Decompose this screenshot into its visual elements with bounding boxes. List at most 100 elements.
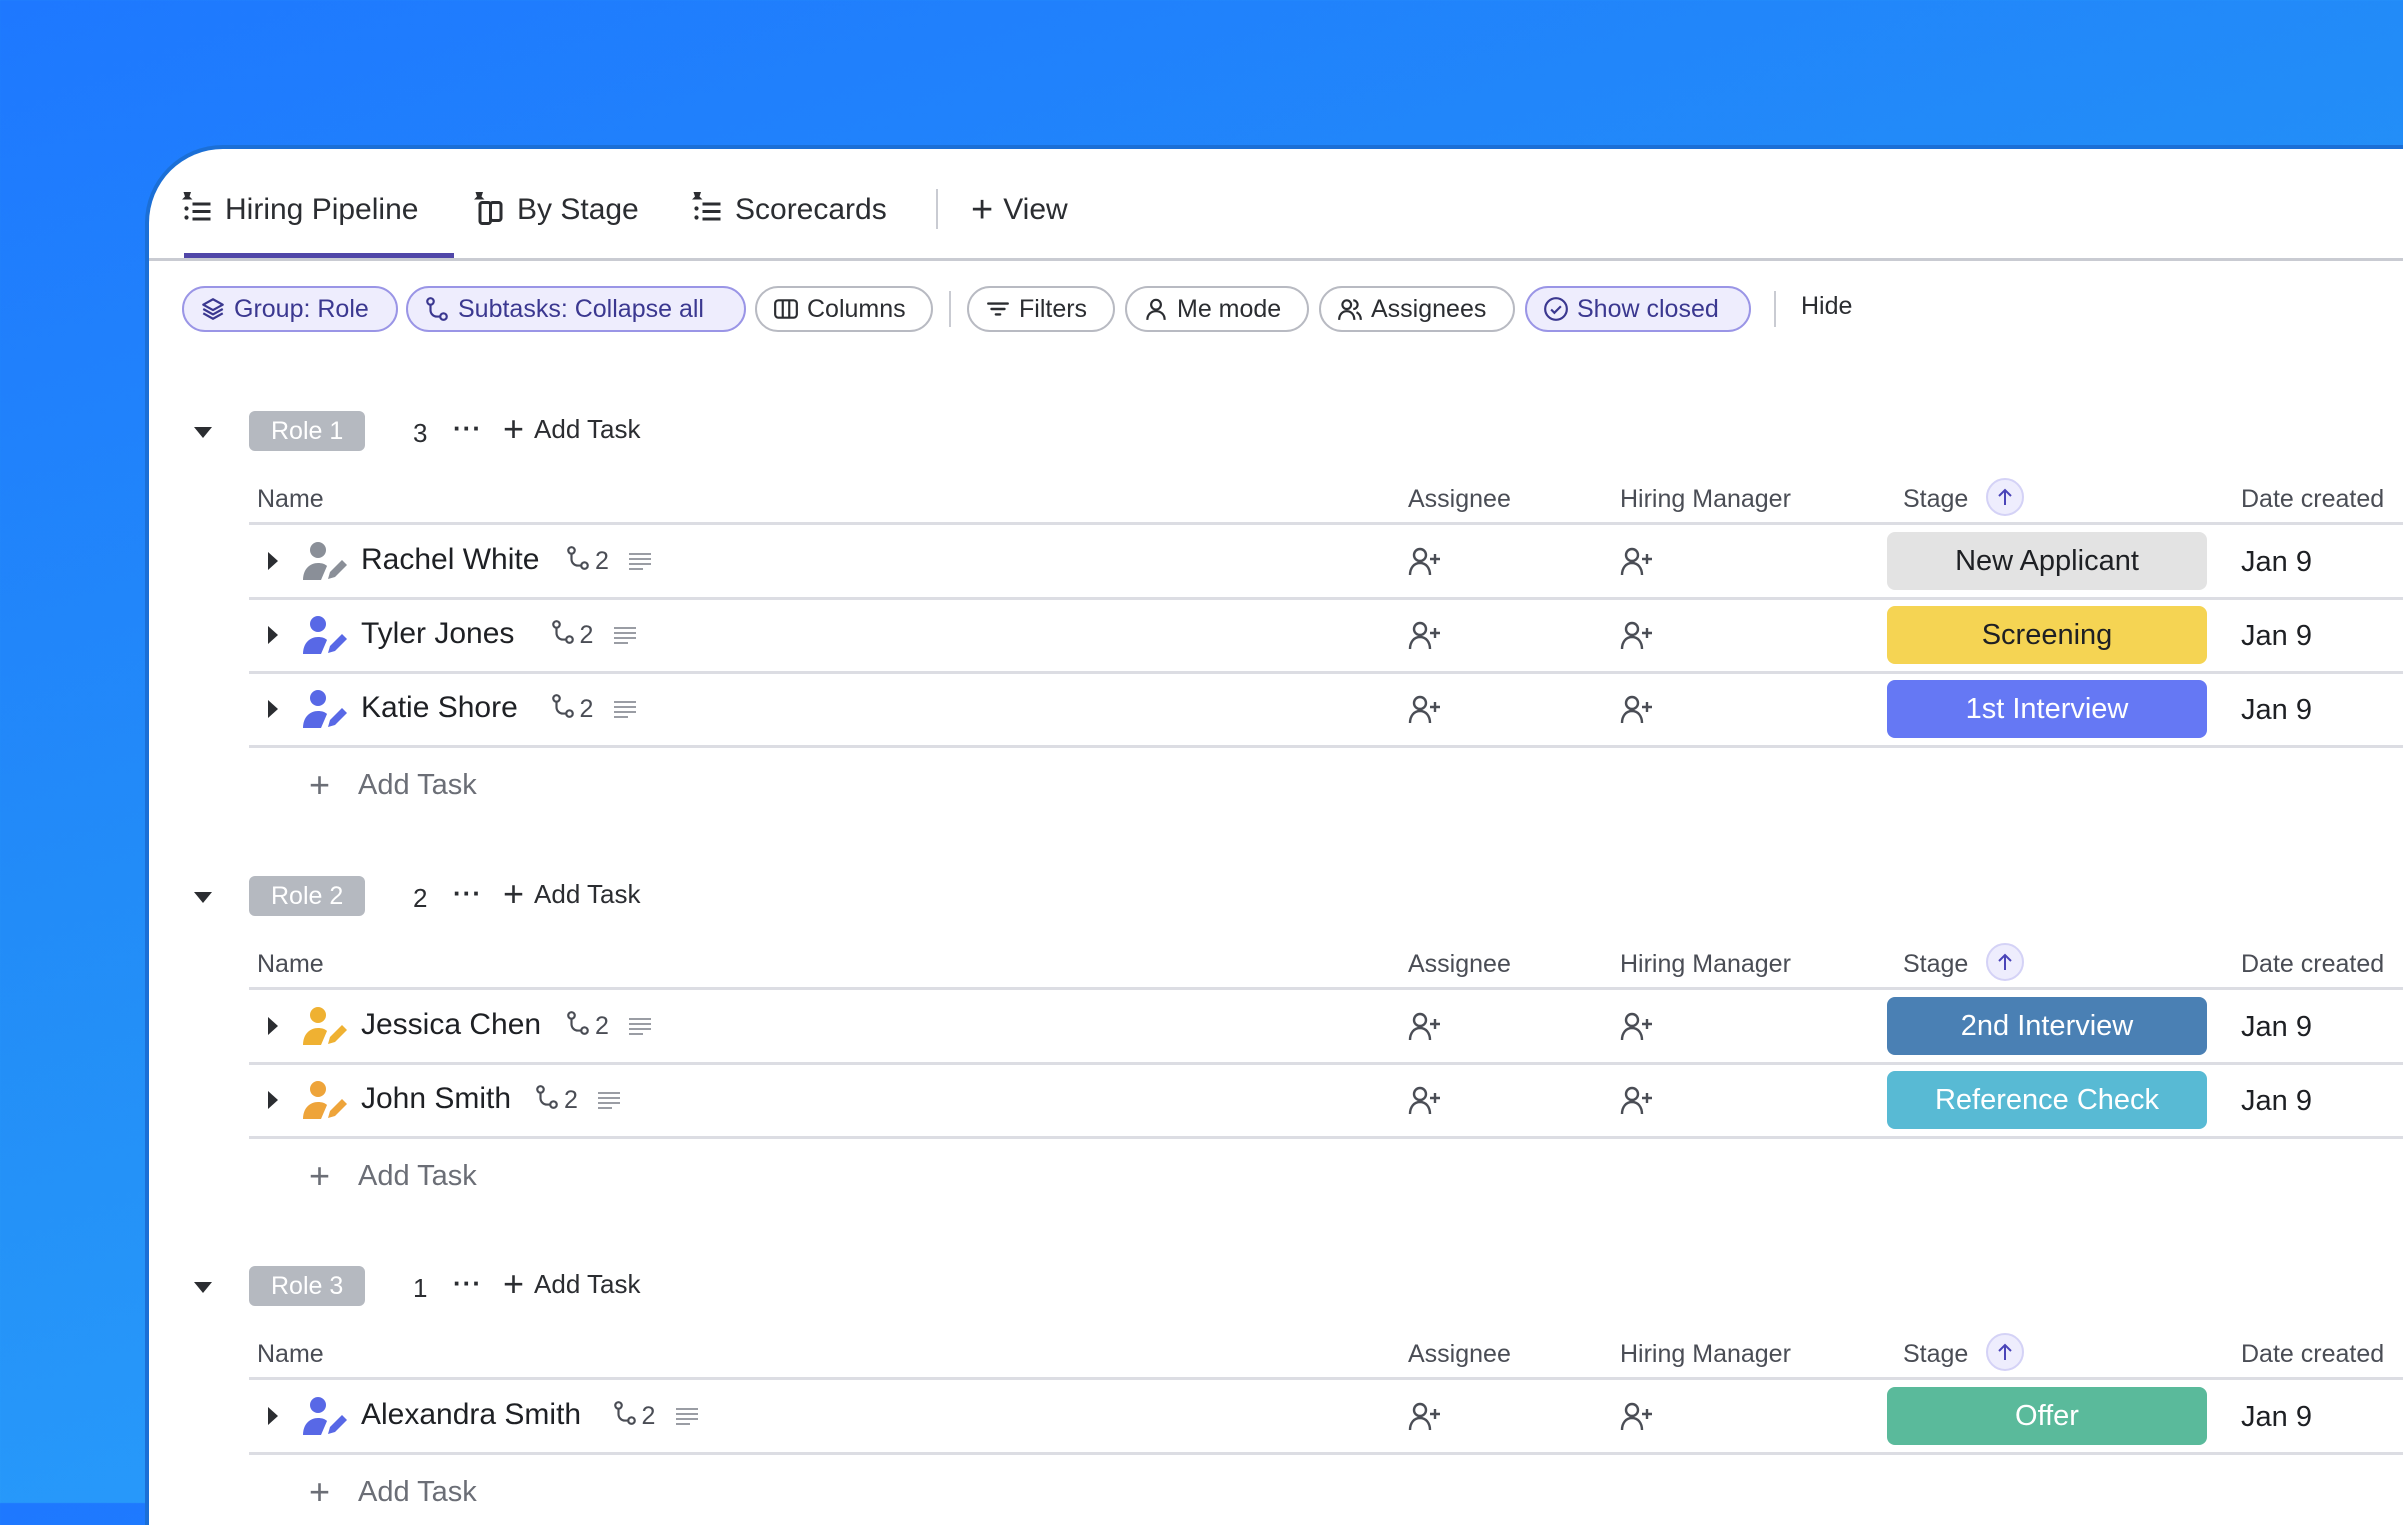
group-by-button[interactable]: Group: Role bbox=[182, 286, 398, 332]
column-header-name[interactable]: Name bbox=[257, 485, 324, 514]
add-hiring-manager-icon[interactable] bbox=[1620, 1011, 1654, 1041]
stage-badge[interactable]: 2nd Interview bbox=[1887, 997, 2207, 1055]
subtask-icon bbox=[550, 693, 576, 726]
expand-subtasks-caret-icon[interactable] bbox=[268, 1017, 278, 1035]
column-header-date-created[interactable]: Date created bbox=[2241, 485, 2384, 514]
task-name[interactable]: John Smith bbox=[361, 1082, 511, 1116]
add-hiring-manager-icon[interactable] bbox=[1620, 1085, 1654, 1115]
add-hiring-manager-icon[interactable] bbox=[1620, 620, 1654, 650]
group-label-badge[interactable]: Role 2 bbox=[249, 876, 366, 916]
subtask-count[interactable]: 2 bbox=[534, 1084, 578, 1117]
group-label-badge[interactable]: Role 1 bbox=[249, 411, 366, 451]
add-task-label: Add Task bbox=[534, 1268, 641, 1299]
add-task-row-button[interactable]: + Add Task bbox=[309, 1474, 477, 1510]
stage-badge[interactable]: Reference Check bbox=[1887, 1071, 2207, 1129]
add-assignee-icon[interactable] bbox=[1408, 1401, 1442, 1431]
filters-button[interactable]: Filters bbox=[967, 286, 1115, 332]
expand-subtasks-caret-icon[interactable] bbox=[268, 626, 278, 644]
add-assignee-icon[interactable] bbox=[1408, 1085, 1442, 1115]
row-divider bbox=[249, 745, 2403, 748]
add-assignee-icon[interactable] bbox=[1408, 546, 1442, 576]
sort-ascending-icon[interactable] bbox=[1986, 1333, 2024, 1371]
subtask-count[interactable]: 2 bbox=[565, 1010, 609, 1043]
collapse-group-caret-icon[interactable] bbox=[194, 427, 212, 438]
hide-button[interactable]: Hide bbox=[1801, 292, 1852, 321]
group-more-options-icon[interactable]: ··· bbox=[453, 1268, 482, 1299]
column-header-hiring-manager[interactable]: Hiring Manager bbox=[1620, 1340, 1791, 1369]
column-header-date-created[interactable]: Date created bbox=[2241, 1340, 2384, 1369]
group-add-task-button[interactable]: + Add Task bbox=[503, 411, 641, 447]
task-row[interactable]: Katie Shore 2 1st Interview Jan 9 bbox=[149, 673, 2403, 745]
add-task-label: Add Task bbox=[358, 1475, 477, 1508]
collapse-group-caret-icon[interactable] bbox=[194, 892, 212, 903]
add-hiring-manager-icon[interactable] bbox=[1620, 546, 1654, 576]
group-more-options-icon[interactable]: ··· bbox=[453, 413, 482, 444]
tab-by-stage[interactable]: By Stage bbox=[471, 189, 639, 231]
sort-ascending-icon[interactable] bbox=[1986, 478, 2024, 516]
add-view-button[interactable]: + View bbox=[971, 189, 1068, 231]
show-closed-button[interactable]: Show closed bbox=[1525, 286, 1751, 332]
task-name[interactable]: Tyler Jones bbox=[361, 617, 514, 651]
tab-scorecards[interactable]: Scorecards bbox=[689, 189, 887, 231]
task-name[interactable]: Jessica Chen bbox=[361, 1008, 541, 1042]
task-row[interactable]: Alexandra Smith 2 Offer Jan 9 bbox=[149, 1380, 2403, 1452]
add-assignee-icon[interactable] bbox=[1408, 1011, 1442, 1041]
group-more-options-icon[interactable]: ··· bbox=[453, 878, 482, 909]
stage-badge[interactable]: New Applicant bbox=[1887, 532, 2207, 590]
group-label-badge[interactable]: Role 3 bbox=[249, 1266, 366, 1306]
column-header-assignee[interactable]: Assignee bbox=[1408, 950, 1511, 979]
tabs-divider bbox=[936, 189, 938, 229]
column-header-stage[interactable]: Stage bbox=[1903, 485, 1968, 514]
column-header-hiring-manager[interactable]: Hiring Manager bbox=[1620, 485, 1791, 514]
stage-badge[interactable]: Screening bbox=[1887, 606, 2207, 664]
column-header-stage[interactable]: Stage bbox=[1903, 950, 1968, 979]
subtask-count[interactable]: 2 bbox=[550, 619, 594, 652]
task-row[interactable]: John Smith 2 Reference Check Jan 9 bbox=[149, 1064, 2403, 1136]
subtask-icon bbox=[426, 297, 448, 321]
add-hiring-manager-icon[interactable] bbox=[1620, 694, 1654, 724]
subtask-count[interactable]: 2 bbox=[612, 1400, 655, 1433]
add-assignee-icon[interactable] bbox=[1408, 620, 1442, 650]
add-hiring-manager-icon[interactable] bbox=[1620, 1401, 1654, 1431]
column-header-name[interactable]: Name bbox=[257, 1340, 324, 1369]
subtasks-button[interactable]: Subtasks: Collapse all bbox=[406, 286, 746, 332]
collapse-group-caret-icon[interactable] bbox=[194, 1282, 212, 1293]
subtask-count[interactable]: 2 bbox=[565, 545, 609, 578]
me-mode-button[interactable]: Me mode bbox=[1125, 286, 1309, 332]
column-header-name[interactable]: Name bbox=[257, 950, 324, 979]
column-header-assignee[interactable]: Assignee bbox=[1408, 485, 1511, 514]
sort-ascending-icon[interactable] bbox=[1986, 943, 2024, 981]
description-icon bbox=[675, 1407, 699, 1425]
column-header-date-created[interactable]: Date created bbox=[2241, 950, 2384, 979]
stage-badge[interactable]: Offer bbox=[1887, 1387, 2207, 1445]
subtask-count[interactable]: 2 bbox=[550, 693, 593, 726]
add-task-row-button[interactable]: + Add Task bbox=[309, 767, 477, 803]
expand-subtasks-caret-icon[interactable] bbox=[268, 1091, 278, 1109]
column-header-stage[interactable]: Stage bbox=[1903, 1340, 1968, 1369]
group-add-task-button[interactable]: + Add Task bbox=[503, 1266, 641, 1302]
task-row[interactable]: Jessica Chen 2 2nd Interview Jan 9 bbox=[149, 990, 2403, 1062]
expand-subtasks-caret-icon[interactable] bbox=[268, 552, 278, 570]
expand-subtasks-caret-icon[interactable] bbox=[268, 1407, 278, 1425]
person-edit-icon bbox=[301, 689, 347, 729]
add-assignee-icon[interactable] bbox=[1408, 694, 1442, 724]
expand-subtasks-caret-icon[interactable] bbox=[268, 700, 278, 718]
group-add-task-button[interactable]: + Add Task bbox=[503, 876, 641, 912]
date-created: Jan 9 bbox=[2241, 694, 2312, 726]
task-name[interactable]: Alexandra Smith bbox=[361, 1398, 581, 1432]
task-row[interactable]: Tyler Jones 2 Screening Jan 9 bbox=[149, 599, 2403, 671]
add-task-row-button[interactable]: + Add Task bbox=[309, 1158, 477, 1194]
group-count: 3 bbox=[413, 418, 428, 448]
subtask-count-value: 2 bbox=[579, 621, 594, 649]
task-row[interactable]: Rachel White 2 New Applicant Jan 9 bbox=[149, 525, 2403, 597]
person-edit-icon bbox=[301, 1006, 347, 1046]
column-header-hiring-manager[interactable]: Hiring Manager bbox=[1620, 950, 1791, 979]
column-header-assignee[interactable]: Assignee bbox=[1408, 1340, 1511, 1369]
plus-icon: + bbox=[503, 873, 525, 914]
stage-badge[interactable]: 1st Interview bbox=[1887, 680, 2207, 738]
task-name[interactable]: Rachel White bbox=[361, 543, 539, 577]
columns-button[interactable]: Columns bbox=[755, 286, 933, 332]
tab-hiring-pipeline[interactable]: Hiring Pipeline bbox=[179, 189, 418, 231]
task-name[interactable]: Katie Shore bbox=[361, 691, 518, 725]
assignees-button[interactable]: Assignees bbox=[1319, 286, 1515, 332]
